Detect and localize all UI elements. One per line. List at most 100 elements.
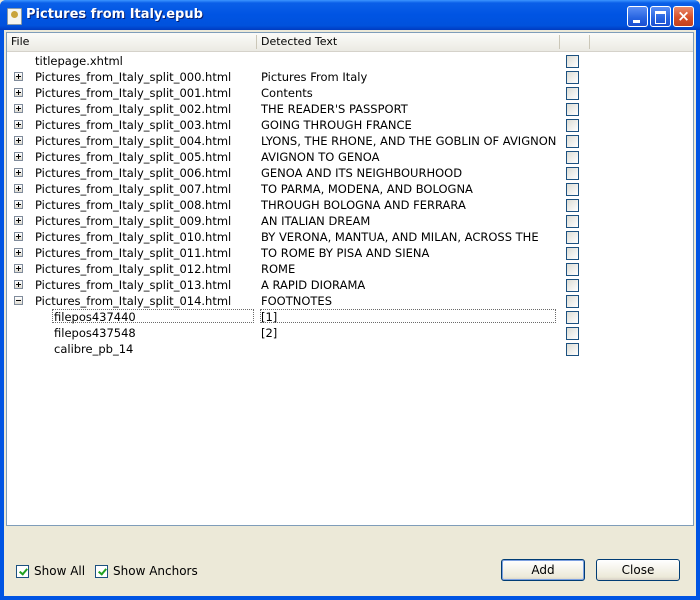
row-checkbox[interactable] (566, 55, 579, 68)
window-title: Pictures from Italy.epub (26, 7, 203, 22)
detected-text: A RAPID DIORAMA (261, 278, 366, 292)
detected-text: FOOTNOTES (261, 294, 332, 308)
detected-text: LYONS, THE RHONE, AND THE GOBLIN OF AVIG… (261, 134, 557, 148)
expand-icon[interactable] (14, 88, 23, 97)
row-checkbox[interactable] (566, 71, 579, 84)
show-all-checkbox[interactable] (16, 565, 29, 578)
checkmark-icon (98, 566, 107, 576)
column-divider[interactable] (256, 35, 257, 49)
row-checkbox[interactable] (566, 103, 579, 116)
close-button[interactable]: Close (596, 559, 680, 581)
row-checkbox[interactable] (566, 247, 579, 260)
row-checkbox[interactable] (566, 135, 579, 148)
column-header: File Detected Text (7, 33, 693, 52)
row-checkbox[interactable] (566, 87, 579, 100)
file-tree[interactable]: File Detected Text titlepage.xhtml Pictur… (6, 32, 694, 526)
tree-row[interactable]: Pictures_from_Italy_split_013.html A RAPI… (7, 277, 693, 293)
file-name: Pictures_from_Italy_split_004.html (35, 134, 232, 148)
file-name: Pictures_from_Italy_split_010.html (35, 230, 232, 244)
expand-icon[interactable] (14, 264, 23, 273)
tree-row[interactable]: Pictures_from_Italy_split_012.html ROME (7, 261, 693, 277)
row-checkbox[interactable] (566, 263, 579, 276)
tree-row[interactable]: Pictures_from_Italy_split_001.html Conten… (7, 85, 693, 101)
tree-row[interactable]: calibre_pb_14 (7, 341, 693, 357)
row-checkbox[interactable] (566, 119, 579, 132)
detected-text: AN ITALIAN DREAM (261, 214, 371, 228)
row-checkbox[interactable] (566, 167, 579, 180)
tree-row[interactable]: filepos437548 [2] (7, 325, 693, 341)
expand-icon[interactable] (14, 216, 23, 225)
dialog-body: File Detected Text titlepage.xhtml Pictur… (4, 30, 696, 596)
tree-row[interactable]: Pictures_from_Italy_split_002.html THE RE… (7, 101, 693, 117)
maximize-button[interactable] (650, 6, 671, 27)
detected-text: GENOA AND ITS NEIGHBOURHOOD (261, 166, 463, 180)
row-checkbox[interactable] (566, 295, 579, 308)
show-anchors-label[interactable]: Show Anchors (113, 564, 198, 578)
file-name: Pictures_from_Italy_split_002.html (35, 102, 232, 116)
expand-icon[interactable] (14, 152, 23, 161)
app-window: Pictures from Italy.epub × File Detected… (0, 0, 700, 600)
file-name: Pictures_from_Italy_split_012.html (35, 262, 232, 276)
expand-icon[interactable] (14, 280, 23, 289)
tree-row[interactable]: Pictures_from_Italy_split_009.html AN ITA… (7, 213, 693, 229)
file-name: Pictures_from_Italy_split_009.html (35, 214, 232, 228)
column-header-detected-text[interactable]: Detected Text (261, 33, 337, 51)
row-checkbox[interactable] (566, 311, 579, 324)
detected-text: TO ROME BY PISA AND SIENA (261, 246, 430, 260)
expand-icon[interactable] (14, 168, 23, 177)
column-divider[interactable] (559, 35, 560, 49)
file-name: Pictures_from_Italy_split_001.html (35, 86, 232, 100)
expand-icon[interactable] (14, 104, 23, 113)
tree-row[interactable]: Pictures_from_Italy_split_000.html Pictur… (7, 69, 693, 85)
row-checkbox[interactable] (566, 151, 579, 164)
expand-icon[interactable] (14, 72, 23, 81)
expand-icon[interactable] (14, 248, 23, 257)
detected-text: BY VERONA, MANTUA, AND MILAN, ACROSS THE (261, 230, 539, 244)
file-name: Pictures_from_Italy_split_005.html (35, 150, 232, 164)
expand-icon[interactable] (14, 232, 23, 241)
detected-text: TO PARMA, MODENA, AND BOLOGNA (261, 182, 473, 196)
focus-outline (260, 309, 556, 323)
file-name: filepos437440 (54, 310, 136, 324)
tree-row[interactable]: Pictures_from_Italy_split_014.html FOOTNO… (7, 293, 693, 309)
show-all-label[interactable]: Show All (34, 564, 85, 578)
row-checkbox[interactable] (566, 279, 579, 292)
column-divider[interactable] (589, 35, 590, 49)
tree-row[interactable]: filepos437440 [1] (7, 309, 693, 325)
tree-row[interactable]: Pictures_from_Italy_split_010.html BY VER… (7, 229, 693, 245)
expand-icon[interactable] (14, 184, 23, 193)
row-checkbox[interactable] (566, 327, 579, 340)
file-name: Pictures_from_Italy_split_013.html (35, 278, 232, 292)
minimize-button[interactable] (627, 6, 648, 27)
detected-text: [1] (261, 310, 278, 324)
row-checkbox[interactable] (566, 343, 579, 356)
file-name: Pictures_from_Italy_split_003.html (35, 118, 232, 132)
show-anchors-checkbox[interactable] (95, 565, 108, 578)
row-checkbox[interactable] (566, 215, 579, 228)
tree-row[interactable]: Pictures_from_Italy_split_004.html LYONS,… (7, 133, 693, 149)
tree-row[interactable]: Pictures_from_Italy_split_005.html AVIGNO… (7, 149, 693, 165)
tree-row[interactable]: Pictures_from_Italy_split_007.html TO PAR… (7, 181, 693, 197)
tree-row[interactable]: titlepage.xhtml (7, 53, 693, 69)
detected-text: THE READER'S PASSPORT (261, 102, 408, 116)
add-button[interactable]: Add (501, 559, 585, 581)
title-bar[interactable]: Pictures from Italy.epub × (0, 0, 700, 30)
tree-row[interactable]: Pictures_from_Italy_split_008.html THROUG… (7, 197, 693, 213)
detected-text: ROME (261, 262, 296, 276)
file-name: Pictures_from_Italy_split_014.html (35, 294, 232, 308)
detected-text: Pictures From Italy (261, 70, 368, 84)
tree-row[interactable]: Pictures_from_Italy_split_011.html TO ROM… (7, 245, 693, 261)
expand-icon[interactable] (14, 200, 23, 209)
column-header-file[interactable]: File (11, 33, 29, 51)
row-checkbox[interactable] (566, 199, 579, 212)
tree-row[interactable]: Pictures_from_Italy_split_003.html GOING … (7, 117, 693, 133)
file-name: calibre_pb_14 (54, 342, 134, 356)
file-name: filepos437548 (54, 326, 136, 340)
collapse-icon[interactable] (14, 296, 23, 305)
row-checkbox[interactable] (566, 183, 579, 196)
tree-row[interactable]: Pictures_from_Italy_split_006.html GENOA … (7, 165, 693, 181)
expand-icon[interactable] (14, 136, 23, 145)
close-window-button[interactable]: × (673, 6, 694, 27)
expand-icon[interactable] (14, 120, 23, 129)
row-checkbox[interactable] (566, 231, 579, 244)
